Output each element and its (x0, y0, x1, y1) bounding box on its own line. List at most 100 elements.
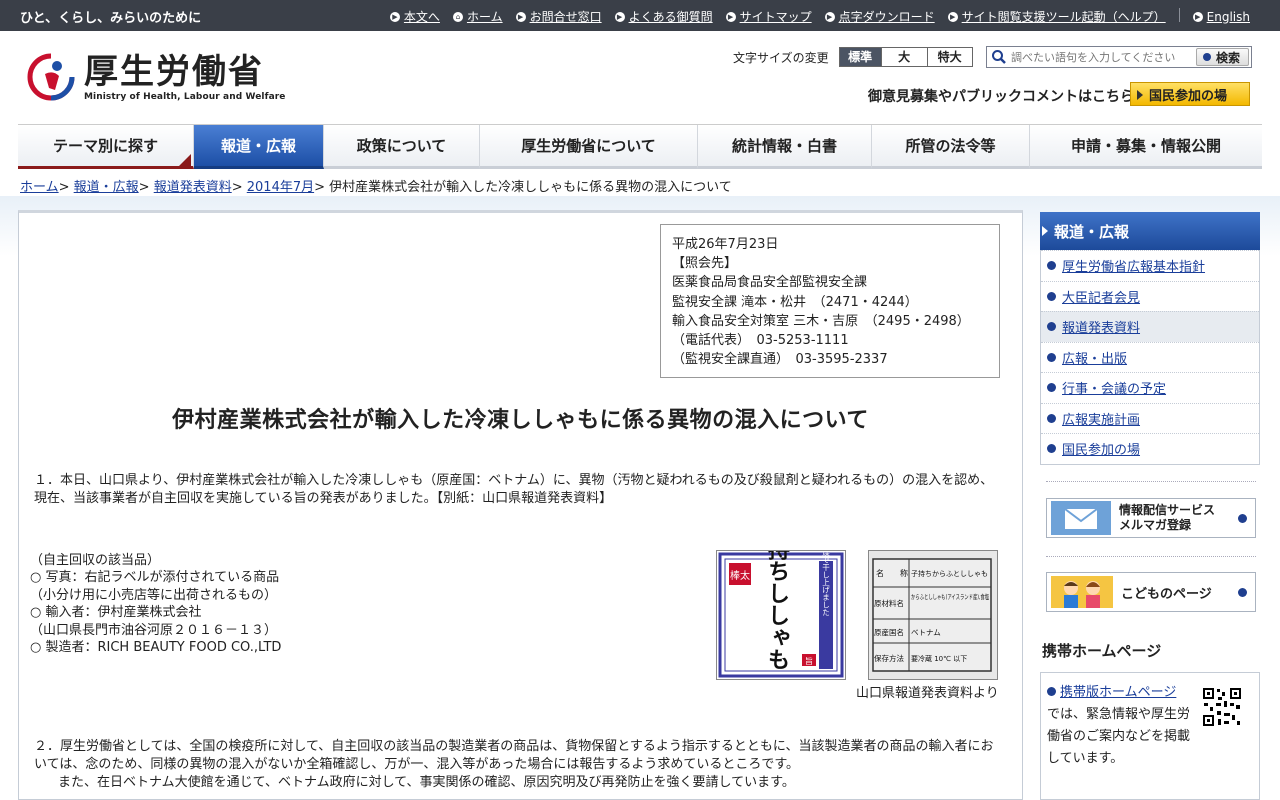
utility-links: ▶ 本文へ ⌂ ホーム ▶ お問合せ窓口 ▶ よくある御質問 ▶ サイトマップ ▶ 点字ダウ… (377, 8, 1250, 25)
arrow-icon (1047, 322, 1056, 332)
home-link[interactable]: ⌂ ホーム (452, 8, 503, 25)
page-title: 伊村産業株式会社が輸入した冷凍ししゃもに係る異物の混入について (172, 408, 869, 433)
sidebar-item-publications[interactable]: 広報・出版 (1041, 341, 1259, 372)
contact-info-box: 平成26年7月23日 【照会先】 医薬食品局食品安全部監視安全課 監視安全課 滝… (660, 224, 1000, 378)
nav-laws[interactable]: 所管の法令等 (872, 125, 1030, 169)
tagline: ひと、くらし、みらいのために (20, 11, 202, 26)
search-input[interactable] (1008, 48, 1196, 66)
arrow-icon (1137, 90, 1143, 100)
product-info-photo: 名 称 子持ちからふとししゃも 原材料名 からふとししゃも(アイスランド産),食… (868, 550, 998, 680)
logo-subtitle: Ministry of Health, Labour and Welfare (84, 92, 286, 102)
font-size-switcher: 文字サイズの変更 標準 大 特大 (733, 47, 973, 67)
sidebar-item-participation[interactable]: 国民参加の場 (1041, 433, 1259, 464)
nav-applications[interactable]: 申請・募集・情報公開 (1030, 125, 1262, 169)
search-button[interactable]: 検索 (1195, 48, 1249, 66)
font-size-xlarge-button[interactable]: 特大 (927, 47, 973, 67)
sitemap-link[interactable]: ▶ サイトマップ (725, 8, 812, 25)
arrow-icon (1047, 383, 1056, 393)
breadcrumb-current: 伊村産業株式会社が輸入した冷凍ししゃもに係る異物の混入について (329, 180, 732, 195)
paragraph-2: ２．厚生労働省としては、全国の検疫所に対して、自主回収の該当品の製造業者の商品は… (34, 739, 994, 790)
divider (1046, 556, 1256, 557)
label-row-value: ベトナム (911, 628, 941, 637)
global-nav: テーマ別に探す 報道・広報 政策について 厚生労働省について 統計情報・白書 所… (18, 124, 1262, 169)
arrow-icon: ▶ (824, 11, 835, 22)
mobile-site-description: では、緊急情報や厚生労働省のご案内などを掲載しています。 (1047, 707, 1191, 766)
label-badge: 棒太 (730, 569, 750, 582)
arrow-icon: ▶ (947, 11, 958, 22)
search-icon (992, 50, 1006, 64)
font-size-large-button[interactable]: 大 (881, 47, 928, 67)
breadcrumb-releases[interactable]: 報道発表資料 (154, 180, 232, 195)
font-size-label: 文字サイズの変更 (733, 50, 829, 65)
mail-icon (1051, 501, 1111, 535)
recall-details: （自主回収の該当品） ○ 写真：右記ラベルが添付されている商品 （小分け用に小売… (30, 553, 282, 656)
breadcrumb-home[interactable]: ホーム (20, 180, 59, 195)
kokumin-button[interactable]: 国民参加の場 (1130, 82, 1250, 106)
logo-title: 厚生労働省 (84, 52, 264, 92)
photo-caption: 山口県報道発表資料より (856, 686, 999, 701)
braille-download-link[interactable]: ▶ 点字ダウンロード (824, 8, 935, 25)
nav-theme[interactable]: テーマ別に探す (18, 125, 194, 169)
accessibility-tool-link[interactable]: ▶ サイト閲覧支援ツール起動（ヘルプ） (947, 8, 1166, 25)
arrow-icon (1047, 687, 1056, 696)
label-row-name: 保存方法 (874, 653, 904, 663)
arrow-icon: ▶ (515, 11, 526, 22)
nav-about[interactable]: 厚生労働省について (480, 125, 698, 169)
arrow-icon (1047, 291, 1056, 301)
arrow-icon (1042, 226, 1048, 236)
label-row-name: 称 (900, 568, 908, 578)
mobile-site-heading: 携帯ホームページ (1042, 642, 1162, 660)
sidebar: 報道・広報 厚生労働省広報基本指針 大臣記者会見 報道発表資料 広報・出版 行事… (1040, 212, 1260, 465)
paragraph-1: １．本日、山口県より、伊村産業株式会社が輸入した冷凍ししゃも（原産国：ベトナム）… (34, 473, 994, 506)
public-comment-link[interactable]: 御意見募集やパブリックコメントはこちら (868, 86, 1134, 106)
mobile-site-link[interactable]: 携帯版ホームページ (1060, 685, 1176, 700)
nav-policy[interactable]: 政策について (324, 125, 480, 169)
label-main-text: 子持ちししゃも (764, 551, 790, 670)
kids-icon (1051, 576, 1113, 608)
label-row-value: からふとししゃも(アイスランド産),食塩 (911, 592, 989, 601)
kids-page-banner[interactable]: こどものページ (1046, 572, 1256, 612)
sidebar-item-press-conference[interactable]: 大臣記者会見 (1041, 280, 1259, 311)
arrow-icon: ▶ (614, 11, 625, 22)
search-box: 検索 (986, 46, 1252, 68)
home-icon: ⌂ (452, 11, 463, 22)
arrow-icon (1202, 53, 1211, 61)
product-label-photo: 棒太 冷風乾燥で干し上げました 子持ちししゃも 旨 (716, 516, 846, 680)
qr-code-icon (1202, 687, 1242, 727)
sidebar-heading[interactable]: 報道・広報 (1040, 212, 1260, 250)
english-link[interactable]: ▶ English (1192, 8, 1250, 25)
faq-link[interactable]: ▶ よくある御質問 (614, 8, 713, 25)
breadcrumb-month[interactable]: 2014年7月 (247, 180, 314, 195)
utility-bar: ひと、くらし、みらいのために ▶ 本文へ ⌂ ホーム ▶ お問合せ窓口 ▶ よくある御質… (0, 0, 1280, 31)
arrow-icon: ▶ (725, 11, 736, 22)
divider (1046, 481, 1256, 482)
sidebar-item-pr-policy[interactable]: 厚生労働省広報基本指針 (1041, 250, 1259, 281)
font-size-normal-button[interactable]: 標準 (838, 47, 882, 67)
arrow-icon: ▶ (1192, 11, 1203, 22)
arrow-icon (1047, 261, 1056, 271)
label-row-value: 要冷蔵 10℃ 以下 (911, 654, 967, 663)
sidebar-item-events[interactable]: 行事・会議の予定 (1041, 372, 1259, 403)
contact-link[interactable]: ▶ お問合せ窓口 (515, 8, 602, 25)
sidebar-item-press-releases[interactable]: 報道発表資料 (1041, 311, 1259, 342)
arrow-icon (1047, 352, 1056, 362)
breadcrumb-press[interactable]: 報道・広報 (74, 180, 139, 195)
nav-statistics[interactable]: 統計情報・白書 (698, 125, 872, 169)
corner-arrow-icon (179, 154, 191, 166)
mhlw-logo-icon (27, 53, 75, 101)
arrow-icon (1238, 588, 1247, 597)
label-side-text: 冷風乾燥で干し上げました (821, 551, 830, 616)
sidebar-item-pr-plan[interactable]: 広報実施計画 (1041, 402, 1259, 433)
info-label-image: 名 称 子持ちからふとししゃも 原材料名 からふとししゃも(アイスランド産),食… (872, 558, 992, 672)
label-image: 棒太 冷風乾燥で干し上げました 子持ちししゃも 旨 (718, 516, 844, 678)
arrow-icon: ▶ (389, 11, 400, 22)
nav-press[interactable]: 報道・広報 (194, 125, 324, 169)
label-row-name: 原産国名 (874, 627, 904, 637)
mail-magazine-banner[interactable]: 情報配信サービス メルマガ登録 (1046, 498, 1256, 538)
skip-to-content-link[interactable]: ▶ 本文へ (389, 8, 440, 25)
label-row-name: 名 (876, 568, 884, 578)
site-logo[interactable]: 厚生労働省 Ministry of Health, Labour and Wel… (26, 52, 286, 102)
label-stamp: 旨 (805, 657, 813, 666)
arrow-icon (1047, 413, 1056, 423)
label-row-name: 原材料名 (874, 598, 904, 608)
